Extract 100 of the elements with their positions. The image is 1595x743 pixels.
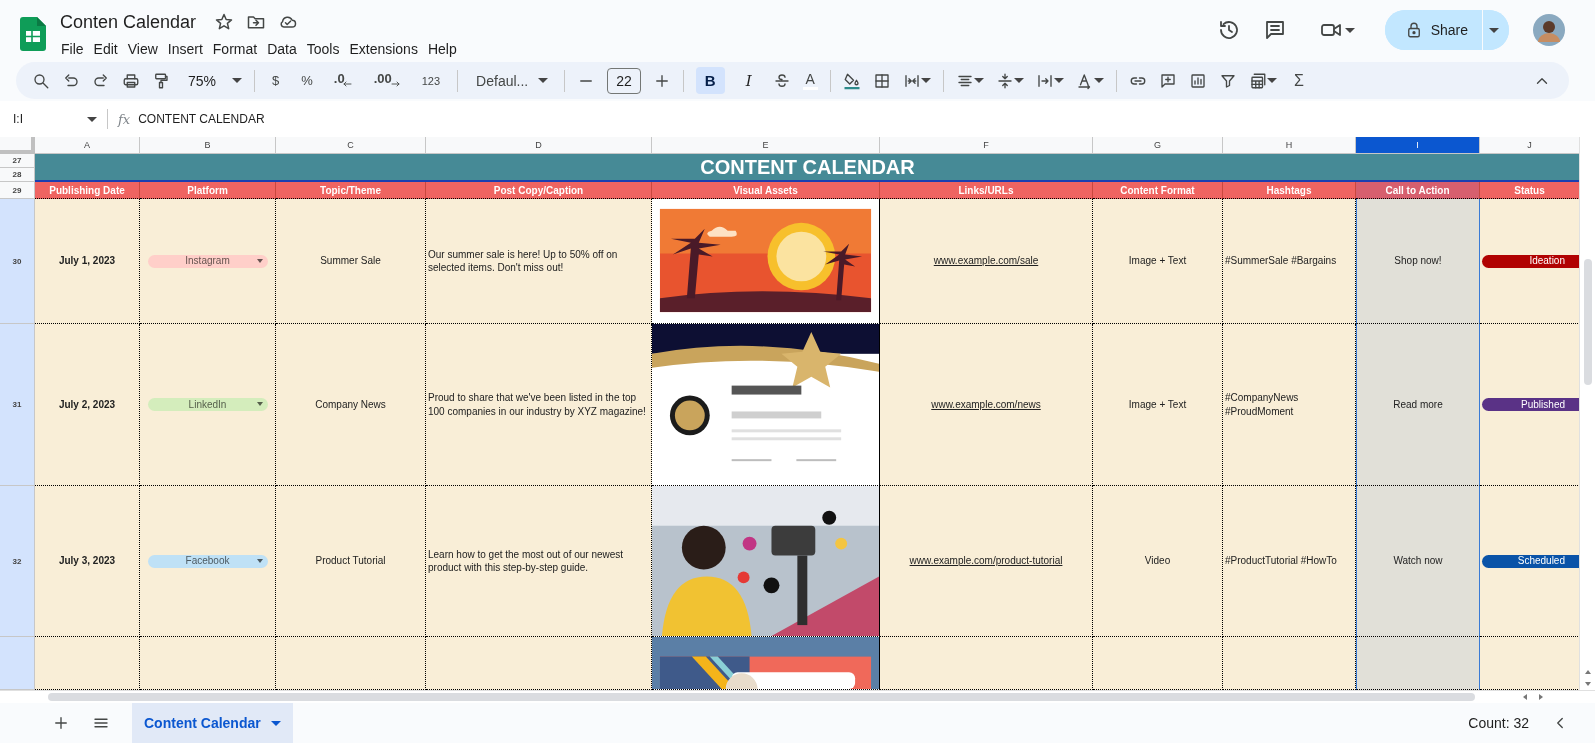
column-title: Visual Assets [652, 182, 880, 199]
row-header[interactable]: 29 [0, 182, 35, 199]
table-cell: Summer Sale [276, 199, 426, 324]
menu-item[interactable]: Extensions [347, 39, 426, 59]
functions-button[interactable]: Σ [1288, 71, 1309, 90]
increase-decimal-button[interactable]: .00 [369, 71, 405, 91]
column-title: Post Copy/Caption [426, 182, 652, 199]
add-comment-icon[interactable] [1158, 71, 1177, 90]
link[interactable]: www.example.com/news [931, 397, 1041, 412]
status-tag: Ideation [1482, 254, 1579, 268]
chart-icon[interactable] [1188, 71, 1207, 90]
name-box[interactable]: I:I [13, 112, 107, 127]
currency-button[interactable]: $ [267, 73, 285, 89]
row-header[interactable]: 31 [0, 324, 35, 486]
row-header[interactable]: 28 [0, 168, 35, 182]
menu-item[interactable]: Data [265, 39, 305, 59]
text-color-button[interactable]: A [802, 71, 818, 90]
row-header[interactable]: 32 [0, 486, 35, 637]
column-header[interactable]: F [880, 137, 1093, 154]
caret-icon [1013, 78, 1024, 84]
bold-button[interactable]: B [695, 67, 725, 95]
text-rotation-menu-button[interactable] [1075, 71, 1104, 90]
scroll-up-arrow[interactable] [1584, 670, 1591, 674]
caret-icon [1053, 78, 1064, 84]
table-cell: Video [1093, 486, 1223, 637]
sheet-title: CONTENT CALENDAR [35, 154, 1579, 182]
menu-item[interactable]: Tools [304, 39, 348, 59]
link[interactable]: www.example.com/product-tutorial [909, 554, 1063, 568]
menu-item[interactable]: Edit [91, 39, 126, 59]
table-cell: Read more [1356, 324, 1480, 486]
menu-item[interactable]: Help [425, 39, 465, 59]
document-title[interactable]: Conten Calendar [60, 11, 197, 33]
table-cell: Our summer sale is here! Up to 50% off on selected items. Don't miss out! [426, 199, 652, 324]
column-title: Platform [140, 182, 276, 199]
status-tag: Published [1482, 398, 1579, 411]
borders-icon[interactable] [872, 71, 891, 90]
column-header[interactable]: J [1480, 137, 1579, 154]
caret-icon [1093, 78, 1104, 84]
spreadsheet-logo-icon [20, 17, 46, 51]
table-icon [1248, 71, 1267, 90]
caret-icon [1489, 27, 1499, 33]
menu-item[interactable]: View [125, 39, 166, 59]
caret-icon [256, 402, 263, 406]
zoom-select[interactable]: 75% [188, 72, 243, 89]
table-cell: Shop now! [1356, 199, 1480, 324]
paint-roller-icon[interactable] [152, 71, 170, 90]
table-cell: July 2, 2023 [35, 324, 140, 486]
menu-item[interactable]: Format [210, 39, 266, 59]
table-cell: Learn how to get the most out of our newest product with this step-by-step guide. [426, 486, 652, 637]
column-title: Hashtags [1223, 182, 1356, 199]
column-header[interactable]: G [1093, 137, 1223, 154]
search-icon[interactable] [32, 71, 50, 90]
column-header[interactable]: C [276, 137, 426, 154]
percent-button[interactable]: % [296, 73, 318, 89]
platform-dropdown[interactable]: Instagram [147, 254, 268, 268]
row-header[interactable]: 30 [0, 199, 35, 324]
strikethrough-icon[interactable] [772, 71, 791, 90]
print-icon[interactable] [122, 71, 140, 90]
column-header[interactable]: E [652, 137, 880, 154]
scroll-right-arrow[interactable] [1539, 694, 1543, 700]
scrollbar-thumb[interactable] [48, 693, 1475, 701]
table-cell: Watch now [1356, 486, 1480, 637]
scrollbar-thumb[interactable] [1583, 259, 1592, 385]
platform-dropdown[interactable]: LinkedIn [147, 398, 268, 411]
table-cell: Product Tutorial [276, 486, 426, 637]
decrease-decimal-button[interactable]: .0 [329, 71, 358, 91]
column-header[interactable]: H [1223, 137, 1356, 154]
font-select[interactable]: Defaul... [470, 72, 553, 89]
row-header[interactable]: 27 [0, 154, 35, 168]
column-title: Content Format [1093, 182, 1223, 199]
count-summary[interactable]: Count: 32 [1468, 715, 1529, 731]
font-size-field[interactable]: 22 [607, 67, 641, 94]
menu-item[interactable]: File [59, 39, 92, 59]
fill-color-icon[interactable] [842, 71, 861, 90]
link[interactable]: www.example.com/sale [933, 254, 1039, 268]
formula-field[interactable]: CONTENT CALENDAR [138, 112, 265, 127]
number-format-button[interactable]: 123 [416, 74, 446, 87]
share-button[interactable]: Share [1384, 10, 1483, 50]
add-sheet-icon[interactable] [52, 714, 70, 732]
sheet-tab[interactable]: Content Calendar [132, 703, 293, 743]
platform-dropdown[interactable]: Facebook [147, 554, 268, 568]
column-title: Topic/Theme [276, 182, 426, 199]
menu-item[interactable]: Insert [165, 39, 211, 59]
column-header[interactable]: D [426, 137, 652, 154]
caret-icon [1266, 78, 1277, 84]
star-icon[interactable] [214, 12, 235, 32]
column-header[interactable]: I [1356, 137, 1480, 154]
table-cell: July 3, 2023 [35, 486, 140, 637]
caret-icon [256, 258, 263, 263]
scroll-left-arrow[interactable] [1523, 694, 1527, 700]
italic-button[interactable]: I [736, 66, 761, 95]
caret-icon [232, 78, 243, 84]
table-menu-button[interactable] [1248, 71, 1277, 90]
table-cell: Image + Text [1093, 199, 1223, 324]
column-header[interactable]: B [140, 137, 276, 154]
caret-icon [270, 720, 281, 726]
scroll-down-arrow[interactable] [1584, 682, 1591, 686]
vertical-align-menu-button[interactable] [995, 71, 1024, 90]
table-cell: Company News [276, 324, 426, 486]
column-header[interactable]: A [35, 137, 140, 154]
